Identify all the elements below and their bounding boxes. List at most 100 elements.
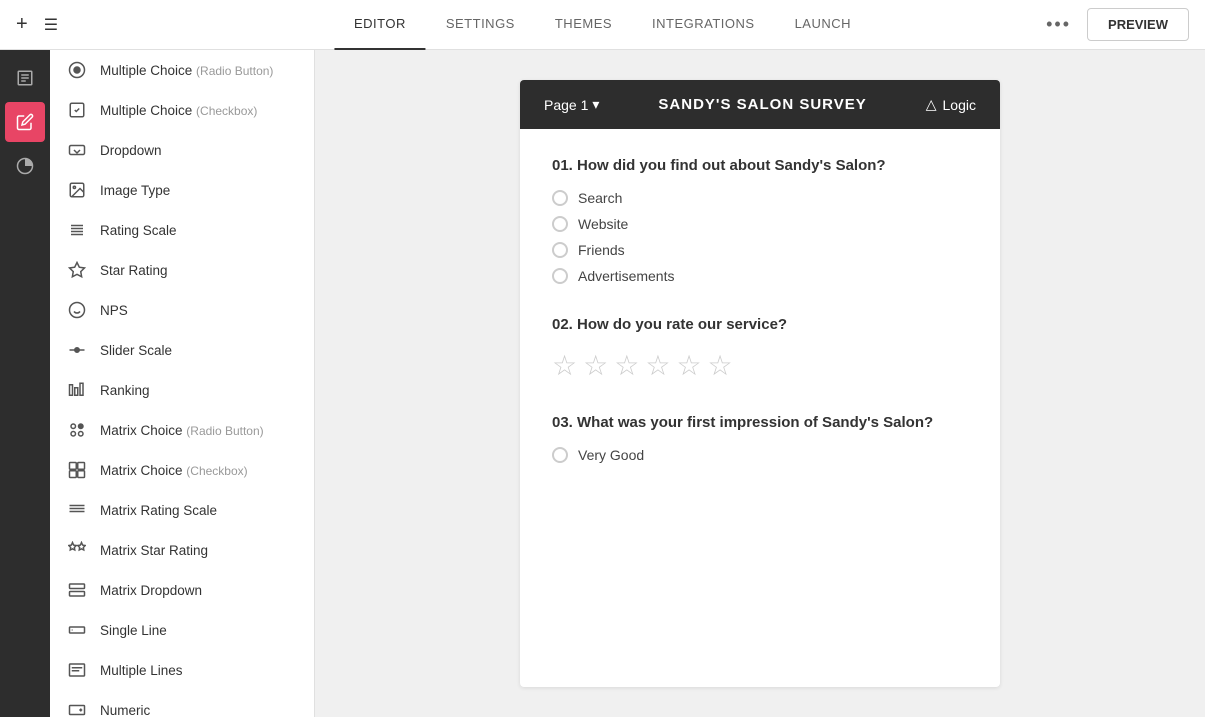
sidebar-label-matrix-rating-scale: Matrix Rating Scale — [100, 503, 217, 518]
sidebar-label-single-line: Single Line — [100, 623, 167, 638]
radio-circle — [552, 268, 568, 284]
rating-scale-icon — [66, 219, 88, 241]
survey-body: 01. How did you find out about Sandy's S… — [520, 129, 1000, 523]
survey-title: SANDY'S SALON SURVEY — [658, 96, 866, 113]
icon-bar-document[interactable] — [5, 58, 45, 98]
sidebar-label-matrix-star-rating: Matrix Star Rating — [100, 543, 208, 558]
nav-tab-integrations[interactable]: INTEGRATIONS — [632, 0, 775, 50]
more-options-button[interactable]: ••• — [1046, 14, 1071, 35]
question-q1: 01. How did you find out about Sandy's S… — [552, 157, 968, 284]
radio-circle — [552, 242, 568, 258]
sidebar-item-multiple-choice-checkbox[interactable]: Multiple Choice (Checkbox) — [50, 90, 314, 130]
radio-option[interactable]: Friends — [552, 242, 968, 258]
nav-tab-editor[interactable]: EDITOR — [334, 0, 426, 50]
page-chevron: ▾ — [592, 96, 599, 113]
add-button[interactable]: + — [16, 13, 28, 36]
radio-label: Friends — [578, 242, 625, 258]
radio-label: Search — [578, 190, 622, 206]
question-text-q3: 03. What was your first impression of Sa… — [552, 414, 968, 431]
question-text-q1: 01. How did you find out about Sandy's S… — [552, 157, 968, 174]
top-nav: + ☰ EDITORSETTINGSTHEMESINTEGRATIONSLAUN… — [0, 0, 1205, 50]
star-icon[interactable]: ☆ — [583, 349, 608, 382]
star-rating-row[interactable]: ☆☆☆☆☆☆ — [552, 349, 968, 382]
sidebar-label-matrix-choice-checkbox: Matrix Choice (Checkbox) — [100, 463, 248, 478]
nav-tab-settings[interactable]: SETTINGS — [426, 0, 535, 50]
radio-label: Very Good — [578, 447, 644, 463]
slider-scale-icon — [66, 339, 88, 361]
preview-button[interactable]: PREVIEW — [1087, 8, 1189, 41]
logic-label[interactable]: Logic — [943, 97, 976, 113]
single-line-icon — [66, 619, 88, 641]
matrix-choice-radio-icon — [66, 419, 88, 441]
star-icon[interactable]: ☆ — [676, 349, 701, 382]
sidebar-label-slider-scale: Slider Scale — [100, 343, 172, 358]
icon-bar-chart[interactable] — [5, 146, 45, 186]
nps-icon — [66, 299, 88, 321]
question-q3: 03. What was your first impression of Sa… — [552, 414, 968, 463]
star-icon[interactable]: ☆ — [552, 349, 577, 382]
matrix-dropdown-icon — [66, 579, 88, 601]
sidebar-label-matrix-dropdown: Matrix Dropdown — [100, 583, 202, 598]
radio-label: Website — [578, 216, 628, 232]
multiple-choice-checkbox-icon — [66, 99, 88, 121]
sidebar-label-star-rating: Star Rating — [100, 263, 168, 278]
sidebar-item-matrix-dropdown[interactable]: Matrix Dropdown — [50, 570, 314, 610]
matrix-choice-checkbox-icon — [66, 459, 88, 481]
radio-option[interactable]: Advertisements — [552, 268, 968, 284]
radio-label: Advertisements — [578, 268, 674, 284]
matrix-star-rating-icon — [66, 539, 88, 561]
sidebar-label-numeric: Numeric — [100, 703, 150, 717]
sidebar: Multiple Choice (Radio Button) Multiple C… — [50, 50, 315, 717]
radio-option[interactable]: Website — [552, 216, 968, 232]
image-type-icon — [66, 179, 88, 201]
nav-tab-themes[interactable]: THEMES — [535, 0, 632, 50]
radio-circle — [552, 216, 568, 232]
survey-card: Page 1 ▾ SANDY'S SALON SURVEY △ Logic 01… — [520, 80, 1000, 687]
numeric-icon — [66, 699, 88, 717]
sidebar-item-image-type[interactable]: Image Type — [50, 170, 314, 210]
sidebar-label-rating-scale: Rating Scale — [100, 223, 177, 238]
sidebar-item-matrix-choice-checkbox[interactable]: Matrix Choice (Checkbox) — [50, 450, 314, 490]
main-layout: Multiple Choice (Radio Button) Multiple C… — [0, 50, 1205, 717]
sidebar-label-dropdown: Dropdown — [100, 143, 162, 158]
sidebar-item-nps[interactable]: NPS — [50, 290, 314, 330]
radio-circle — [552, 190, 568, 206]
sidebar-item-single-line[interactable]: Single Line — [50, 610, 314, 650]
sidebar-item-ranking[interactable]: Ranking — [50, 370, 314, 410]
star-rating-icon — [66, 259, 88, 281]
page-label[interactable]: Page 1 — [544, 97, 588, 113]
star-icon[interactable]: ☆ — [645, 349, 670, 382]
multiple-lines-icon — [66, 659, 88, 681]
matrix-rating-scale-icon — [66, 499, 88, 521]
sidebar-item-multiple-choice-radio[interactable]: Multiple Choice (Radio Button) — [50, 50, 314, 90]
sidebar-item-numeric[interactable]: Numeric — [50, 690, 314, 717]
icon-bar — [0, 50, 50, 717]
star-icon[interactable]: ☆ — [614, 349, 639, 382]
icon-bar-edit[interactable] — [5, 102, 45, 142]
sidebar-item-star-rating[interactable]: Star Rating — [50, 250, 314, 290]
sidebar-item-matrix-star-rating[interactable]: Matrix Star Rating — [50, 530, 314, 570]
sidebar-label-ranking: Ranking — [100, 383, 150, 398]
question-q2: 02. How do you rate our service?☆☆☆☆☆☆ — [552, 316, 968, 382]
radio-option[interactable]: Search — [552, 190, 968, 206]
sidebar-label-multiple-choice-checkbox: Multiple Choice (Checkbox) — [100, 103, 257, 118]
dropdown-icon — [66, 139, 88, 161]
ranking-icon — [66, 379, 88, 401]
sidebar-item-multiple-lines[interactable]: Multiple Lines — [50, 650, 314, 690]
sidebar-label-multiple-lines: Multiple Lines — [100, 663, 183, 678]
sidebar-item-slider-scale[interactable]: Slider Scale — [50, 330, 314, 370]
sidebar-item-dropdown[interactable]: Dropdown — [50, 130, 314, 170]
nav-tabs: EDITORSETTINGSTHEMESINTEGRATIONSLAUNCH — [334, 0, 871, 50]
survey-header: Page 1 ▾ SANDY'S SALON SURVEY △ Logic — [520, 80, 1000, 129]
logic-icon: △ — [926, 96, 937, 113]
sidebar-item-matrix-choice-radio[interactable]: Matrix Choice (Radio Button) — [50, 410, 314, 450]
sidebar-label-multiple-choice-radio: Multiple Choice (Radio Button) — [100, 63, 273, 78]
sidebar-label-image-type: Image Type — [100, 183, 170, 198]
star-icon[interactable]: ☆ — [708, 349, 733, 382]
menu-button[interactable]: ☰ — [44, 15, 58, 35]
nav-tab-launch[interactable]: LAUNCH — [775, 0, 871, 50]
radio-circle — [552, 447, 568, 463]
radio-option[interactable]: Very Good — [552, 447, 968, 463]
sidebar-item-matrix-rating-scale[interactable]: Matrix Rating Scale — [50, 490, 314, 530]
sidebar-item-rating-scale[interactable]: Rating Scale — [50, 210, 314, 250]
